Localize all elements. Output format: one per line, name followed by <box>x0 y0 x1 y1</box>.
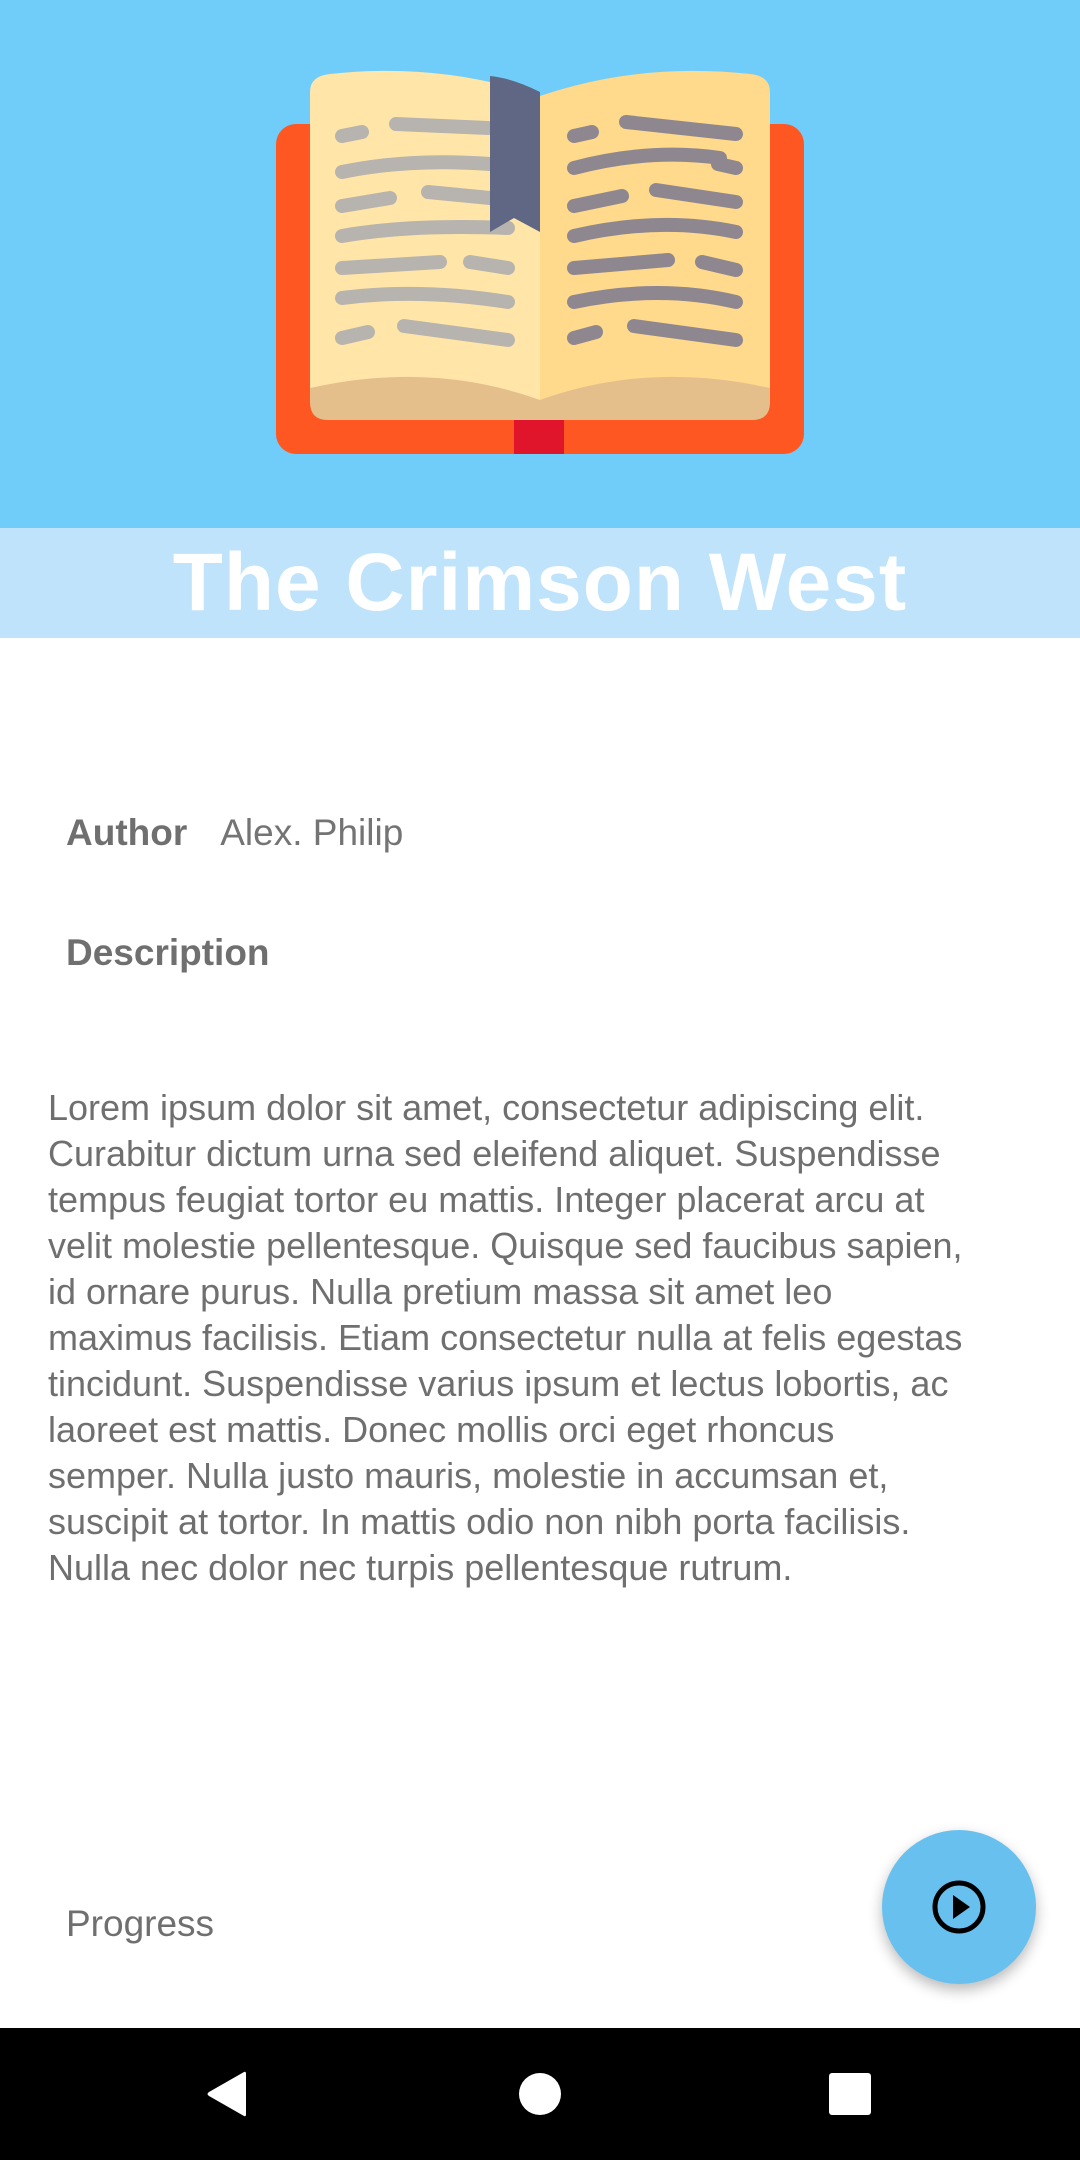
progress-label: Progress <box>66 1903 215 1944</box>
back-triangle-icon <box>207 2071 246 2117</box>
author-row: Author Alex. Philip <box>66 812 403 854</box>
home-button[interactable] <box>480 2028 600 2160</box>
play-circle-icon <box>932 1880 986 1934</box>
description-text: Lorem ipsum dolor sit amet, consectetur … <box>48 1087 963 1588</box>
home-circle-icon <box>519 2073 561 2115</box>
book-detail-screen: The Crimson West Author Alex. Philip Des… <box>0 0 1080 2160</box>
open-book-icon <box>276 70 804 454</box>
back-button[interactable] <box>166 2028 286 2160</box>
author-label: Author <box>66 812 188 853</box>
description-label: Description <box>66 932 270 973</box>
book-title: The Crimson West <box>172 537 908 628</box>
system-navigation-bar <box>0 2028 1080 2160</box>
play-button[interactable] <box>882 1830 1036 1984</box>
title-banner: The Crimson West <box>0 528 1080 638</box>
recents-button[interactable] <box>790 2028 910 2160</box>
recents-square-icon <box>829 2073 871 2115</box>
book-cover-banner <box>0 0 1080 528</box>
author-value: Alex. Philip <box>220 812 404 853</box>
